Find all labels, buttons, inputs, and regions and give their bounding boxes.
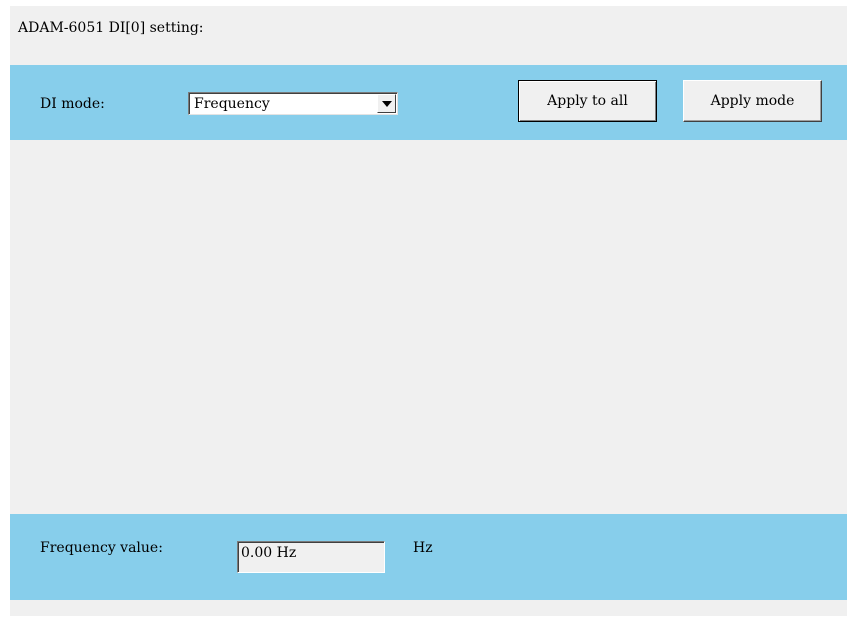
page-title: ADAM-6051 DI[0] setting: [18,20,204,36]
frequency-value-label: Frequency value: [40,540,163,556]
dropdown-button[interactable] [377,94,396,113]
chevron-down-icon [382,101,392,107]
di-mode-label: DI mode: [40,96,105,112]
di-mode-bar: DI mode: Frequency Apply to all Apply mo… [10,65,847,140]
frequency-bar: Frequency value: 0.00 Hz Hz [10,514,847,600]
apply-mode-button[interactable]: Apply mode [683,80,822,122]
apply-to-all-button[interactable]: Apply to all [518,80,657,122]
frequency-unit-label: Hz [413,540,433,556]
di-mode-select[interactable]: Frequency [188,92,398,115]
di-mode-selected-value: Frequency [194,96,270,112]
frequency-value-field: 0.00 Hz [237,541,385,573]
di-setting-panel: ADAM-6051 DI[0] setting: DI mode: Freque… [10,6,847,616]
frequency-value-text: 0.00 Hz [241,545,297,561]
